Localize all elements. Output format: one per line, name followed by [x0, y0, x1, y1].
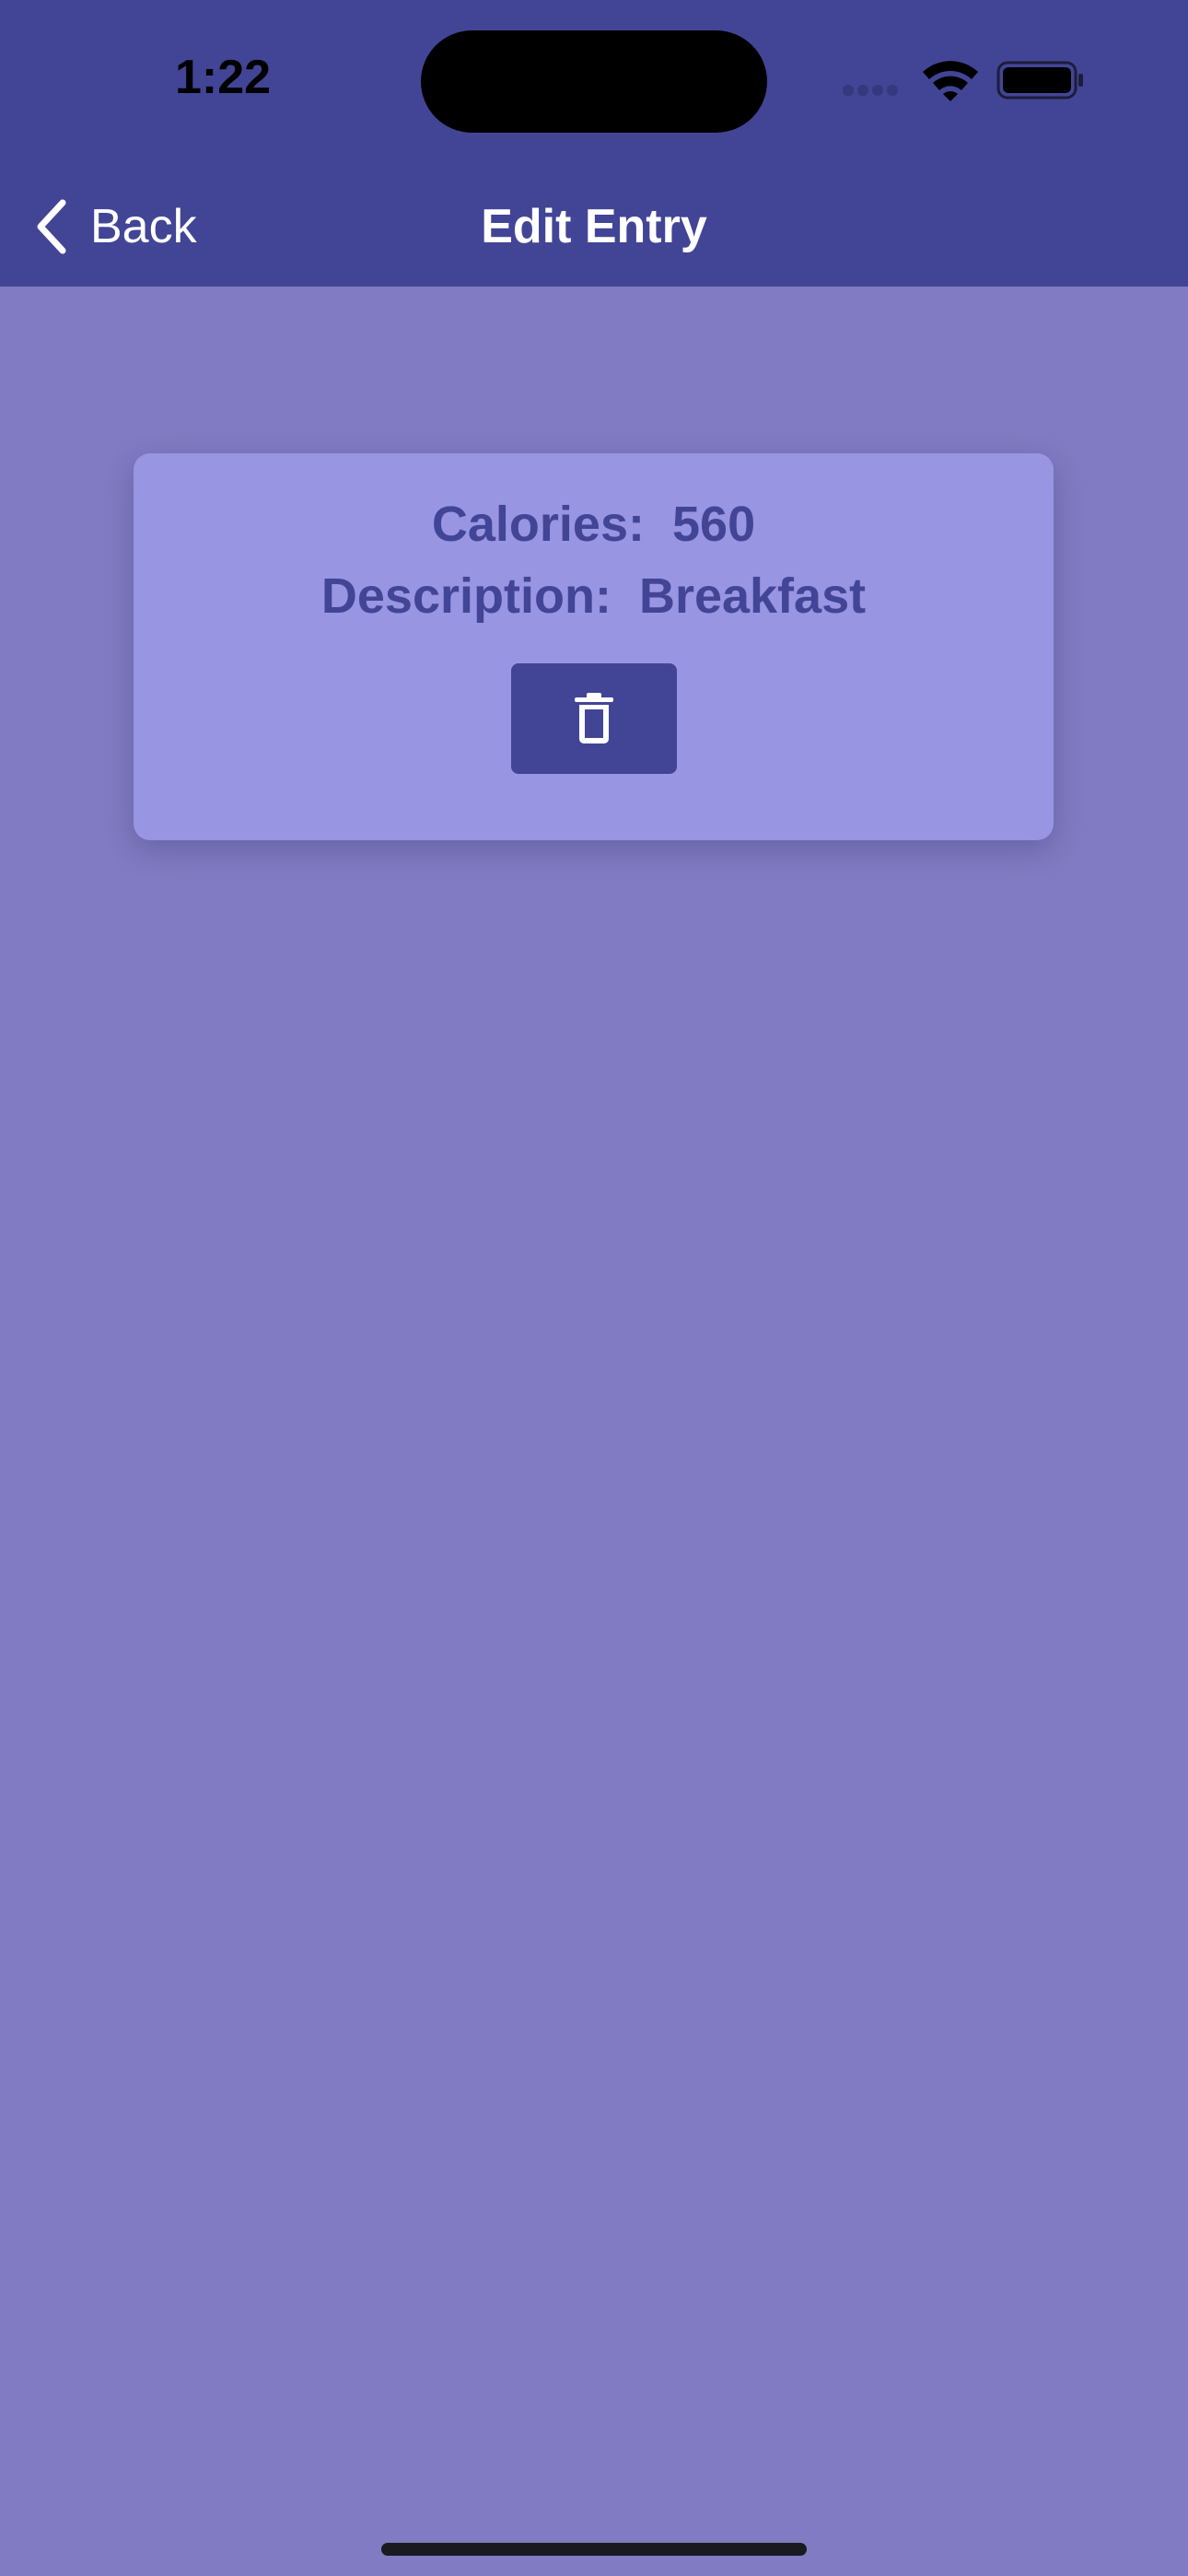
description-row: Description: Breakfast	[134, 568, 1054, 625]
trash-icon	[575, 693, 613, 744]
status-time: 1:22	[175, 51, 272, 104]
dynamic-island	[421, 30, 767, 133]
calories-value: 560	[672, 497, 756, 552]
home-indicator	[381, 2543, 807, 2556]
description-label: Description:	[320, 568, 611, 624]
description-value: Breakfast	[638, 568, 867, 624]
delete-button[interactable]	[511, 663, 677, 774]
entry-card: Calories: 560 Description: Breakfast	[134, 453, 1054, 840]
calories-row: Calories: 560	[134, 496, 1054, 553]
navigation-header: 1:22 Back Edit Entry	[0, 0, 1188, 287]
cellular-signal-icon	[843, 85, 898, 96]
wifi-icon	[923, 61, 978, 101]
battery-icon	[996, 61, 1083, 100]
page-title: Edit Entry	[481, 200, 707, 253]
calories-label: Calories:	[431, 497, 645, 552]
